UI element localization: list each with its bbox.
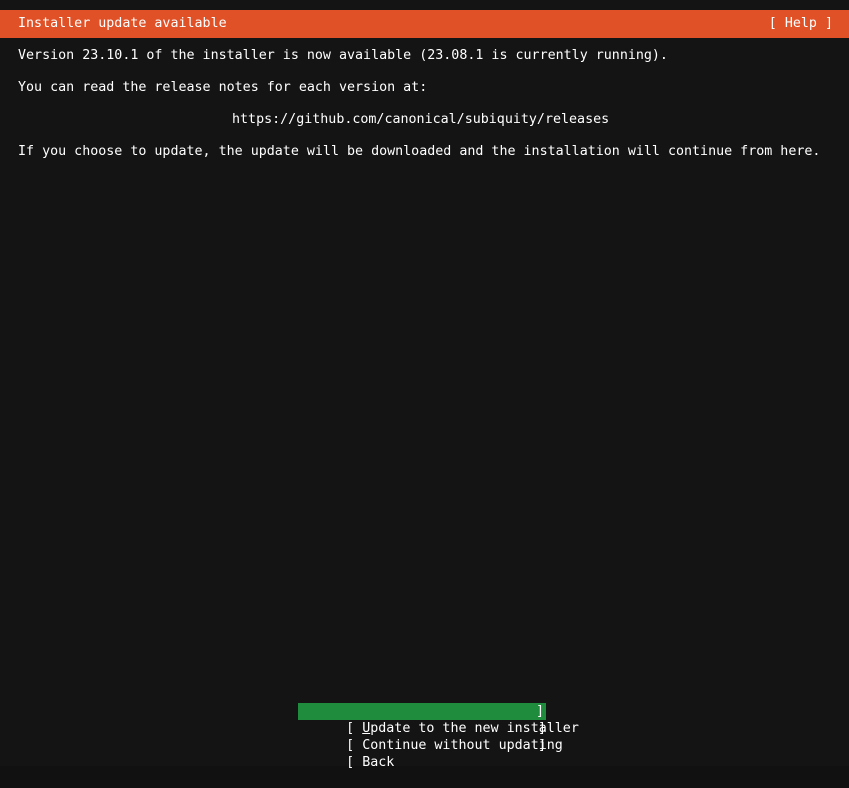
continue-without-updating-button[interactable]: [Continue without updating]	[298, 720, 563, 753]
update-to-new-installer-button[interactable]: [Update to the new installer]	[298, 703, 579, 736]
installer-screen: Installer update available [ Help ] Vers…	[0, 0, 849, 770]
bracket-right: ]	[535, 704, 544, 719]
help-button[interactable]: [ Help ]	[769, 16, 833, 32]
body-text-area: Version 23.10.1 of the installer is now …	[0, 38, 849, 766]
page-title: Installer update available	[18, 16, 227, 31]
release-notes-lead-text: You can read the release notes for each …	[18, 80, 428, 95]
header-bar: Installer update available [ Help ]	[0, 10, 849, 38]
back-label: Back	[362, 755, 395, 770]
bracket-right: ]	[537, 721, 546, 736]
release-notes-url: https://github.com/canonical/subiquity/r…	[232, 112, 610, 127]
back-button[interactable]: [ Back]	[298, 737, 546, 770]
top-strip	[0, 0, 849, 10]
button-group: [Update to the new installer] [Continue …	[298, 703, 579, 770]
bracket-left: [	[346, 755, 355, 770]
version-availability-text: Version 23.10.1 of the installer is now …	[18, 48, 668, 63]
bracket-right: ]	[537, 738, 546, 753]
update-outcome-text: If you choose to update, the update will…	[18, 144, 821, 159]
